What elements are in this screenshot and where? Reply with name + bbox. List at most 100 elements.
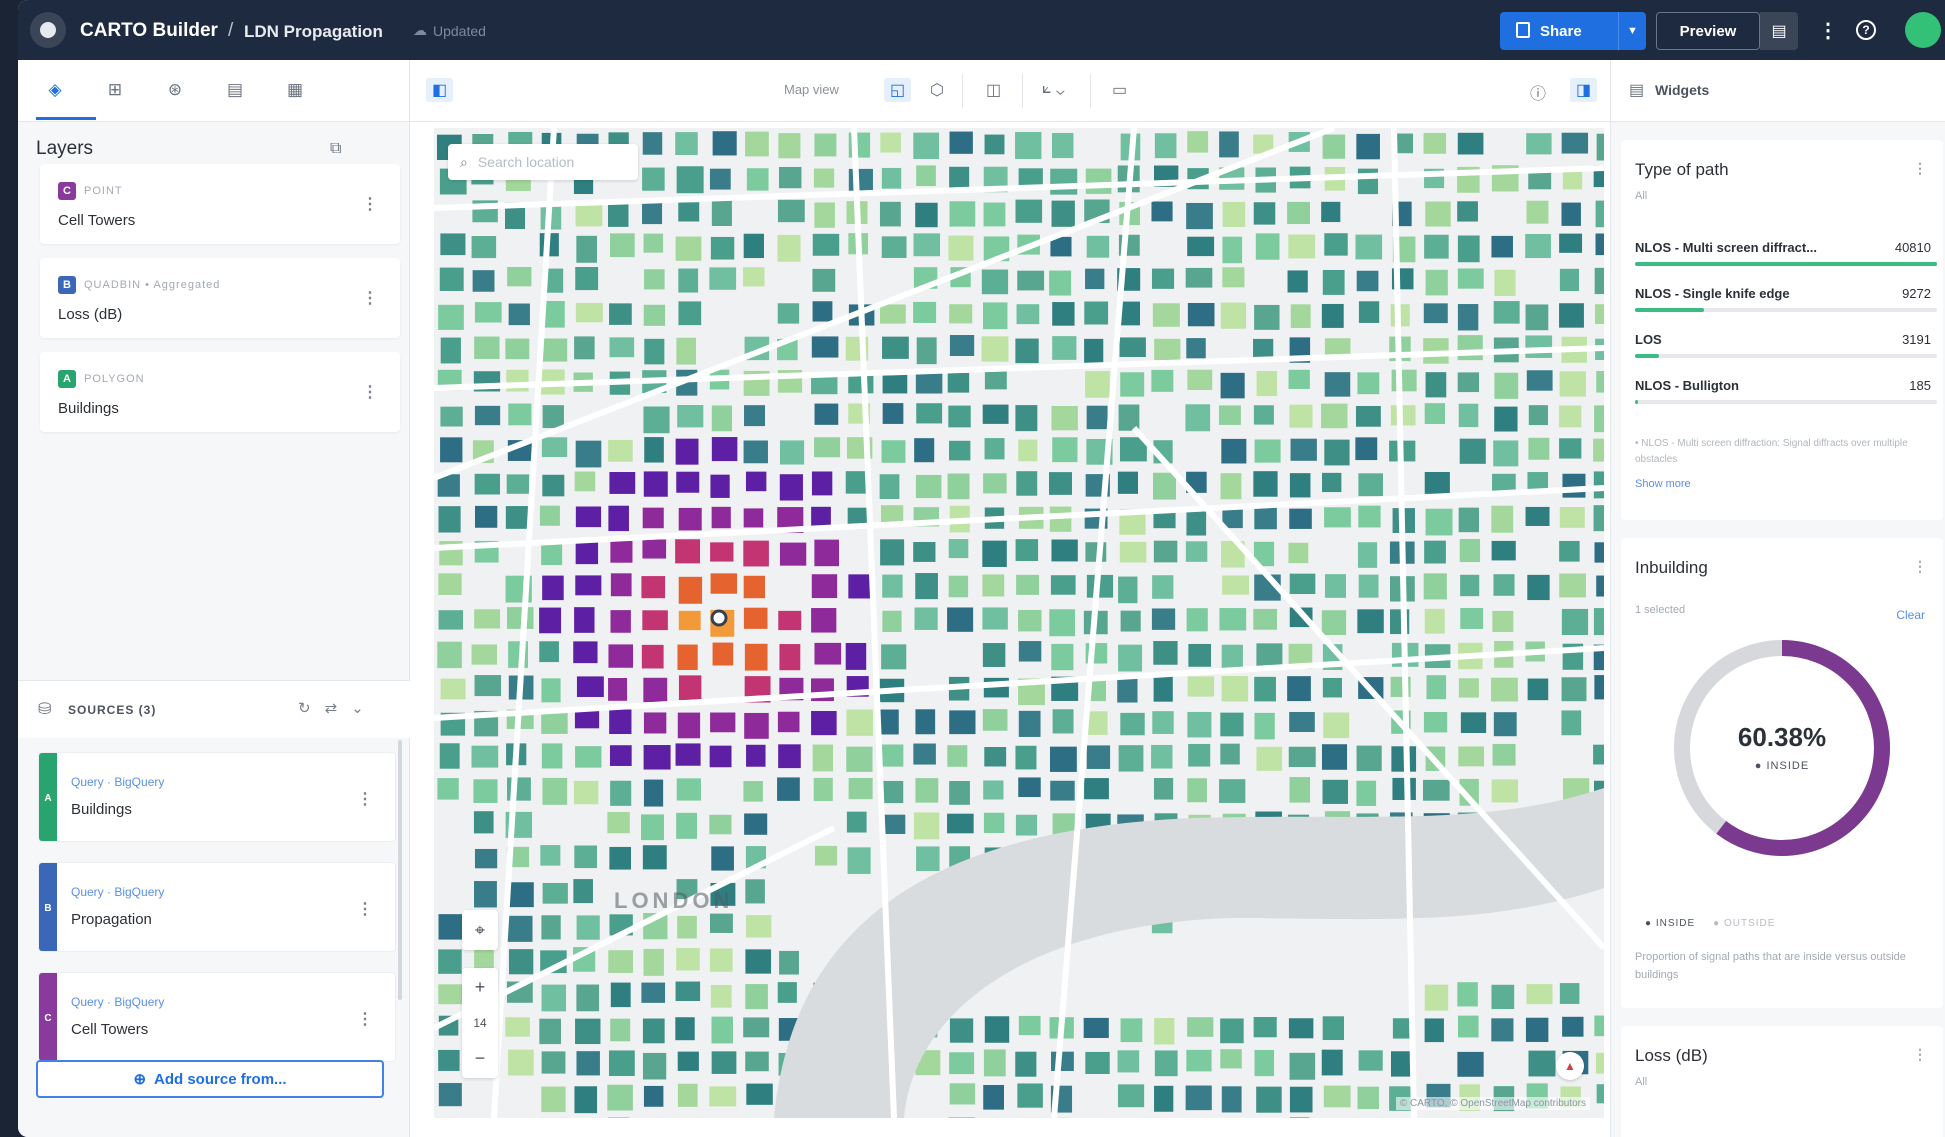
layer-menu-icon[interactable]: ⋮ [362, 382, 378, 402]
building-polygon [1118, 576, 1138, 604]
sources-header[interactable]: ⛁ SOURCES (3) ↻ ⇄ ⌄ [18, 680, 410, 738]
building-polygon [1559, 983, 1580, 1004]
building-polygon [471, 644, 498, 665]
propagation-cell [642, 610, 668, 631]
search-location-input[interactable]: ⌕ Search location [448, 144, 638, 180]
sources-toolbar: ↻ ⇄ ⌄ [298, 699, 364, 717]
more-options-icon[interactable]: ⋮ [1818, 18, 1838, 43]
layers-tab-icon[interactable]: ◈ [44, 80, 66, 100]
zoom-in-icon[interactable]: + [475, 977, 486, 998]
category-row[interactable]: NLOS - Multi screen diffract... 40810 [1635, 236, 1937, 280]
building-polygon [1222, 201, 1246, 227]
building-polygon [1084, 338, 1104, 365]
widget-menu-icon[interactable]: ⋮ [1913, 1046, 1927, 1063]
propagation-cell [845, 642, 867, 670]
sources-scrollbar[interactable] [398, 740, 402, 1000]
widget-menu-icon[interactable]: ⋮ [1913, 558, 1927, 575]
sync-icon[interactable]: ⇄ [325, 699, 338, 717]
legend-item-outside[interactable]: ● OUTSIDE [1713, 918, 1775, 929]
building-polygon [1594, 405, 1604, 433]
sources-title: SOURCES (3) [68, 703, 157, 717]
share-button[interactable]: Share ▼ [1500, 12, 1646, 50]
map-place-label: LONDON [614, 888, 734, 913]
building-polygon [1357, 168, 1379, 195]
building-polygon [1254, 505, 1277, 530]
refresh-icon[interactable]: ↻ [298, 699, 311, 717]
cloud-icon: ☁ [413, 22, 427, 38]
building-polygon [1457, 132, 1484, 155]
chevron-down-icon[interactable]: ⌄ [351, 699, 364, 717]
info-icon[interactable]: ⓘ [1530, 80, 1546, 104]
interactions-tab-icon[interactable]: ▦ [284, 80, 306, 100]
source-menu-icon[interactable]: ⋮ [357, 899, 373, 919]
building-polygon [1185, 1085, 1212, 1111]
map-render[interactable] [434, 128, 1604, 1118]
share-dropdown-icon[interactable]: ▼ [1618, 12, 1646, 50]
building-polygon [881, 440, 906, 463]
layer-card[interactable]: C POINT Cell Towers ⋮ [40, 164, 400, 244]
map-attribution[interactable]: © CARTO, © OpenStreetMap contributors [1395, 1097, 1590, 1110]
active-tab-indicator [36, 117, 96, 120]
building-polygon [1086, 745, 1111, 769]
analysis-tab-icon[interactable]: ⊛ [164, 80, 186, 100]
source-menu-icon[interactable]: ⋮ [357, 1009, 373, 1029]
building-polygon [1322, 779, 1348, 804]
zoom-out-icon[interactable]: − [475, 1048, 486, 1069]
layer-menu-icon[interactable]: ⋮ [362, 194, 378, 214]
layers-settings-icon[interactable]: ⧉ [330, 140, 341, 158]
building-polygon [474, 302, 502, 323]
widgets-panel-toggle-icon[interactable]: ◨ [1570, 78, 1598, 102]
source-card[interactable]: C Query · BigQuery Cell Towers ⋮ [38, 972, 396, 1062]
propagation-cell [744, 643, 768, 671]
propagation-cell [641, 644, 664, 669]
category-name: NLOS - Single knife edge [1635, 286, 1790, 301]
add-source-button[interactable]: ⊕ Add source from... [36, 1060, 384, 1098]
layer-menu-icon[interactable]: ⋮ [362, 288, 378, 308]
map-canvas[interactable]: ⌕ Search location LONDON ⌖ + 14 − ▲ © CA… [434, 128, 1604, 1118]
building-polygon [505, 1017, 530, 1037]
locate-button[interactable]: ⌖ [462, 910, 498, 950]
category-row[interactable]: LOS 3191 [1635, 328, 1937, 372]
source-card[interactable]: A Query · BigQuery Buildings ⋮ [38, 752, 396, 842]
building-polygon [1355, 437, 1378, 461]
category-value: 9272 [1902, 286, 1931, 301]
propagation-cell [675, 438, 699, 465]
building-polygon [1458, 746, 1485, 767]
collapse-panel-icon[interactable]: ◧ [426, 78, 454, 102]
sources-tab-icon[interactable]: ⊞ [104, 80, 126, 100]
building-polygon [1289, 404, 1313, 428]
source-card[interactable]: B Query · BigQuery Propagation ⋮ [38, 862, 396, 952]
split-view-icon[interactable]: ◫ [986, 80, 1001, 100]
help-icon[interactable]: ? [1856, 20, 1876, 40]
building-polygon [1015, 131, 1042, 159]
layer-card[interactable]: B QUADBIN • Aggregated Loss (dB) ⋮ [40, 258, 400, 338]
draw-tool-icon[interactable]: ⟀ ⌄ [1042, 80, 1065, 98]
3d-view-icon[interactable]: ⬡ [930, 80, 944, 100]
map-title[interactable]: LDN Propagation [244, 22, 383, 42]
widgets-tab-icon[interactable]: ▤ [224, 80, 246, 100]
2d-view-icon[interactable]: ◱ [884, 78, 912, 102]
building-polygon [1460, 607, 1484, 629]
app-title: CARTO Builder [80, 20, 218, 41]
building-polygon [473, 811, 494, 834]
layout-toggle-icon[interactable]: ▤ [1760, 12, 1798, 50]
building-polygon [880, 744, 904, 767]
category-row[interactable]: NLOS - Single knife edge 9272 [1635, 282, 1937, 326]
legend-item-inside[interactable]: ● INSIDE [1645, 918, 1695, 929]
layer-badge: C [58, 182, 76, 200]
user-avatar[interactable] [1905, 12, 1941, 48]
ruler-icon[interactable]: ▭ [1112, 80, 1127, 100]
building-polygon [474, 881, 497, 908]
compass-icon[interactable]: ▲ [1556, 1052, 1584, 1080]
building-polygon [1460, 574, 1480, 597]
show-more-link[interactable]: Show more [1635, 478, 1691, 490]
carto-logo-icon[interactable] [30, 12, 66, 48]
category-row[interactable]: NLOS - Bulligton 185 [1635, 374, 1937, 418]
preview-button[interactable]: Preview [1656, 12, 1760, 50]
building-polygon [913, 233, 941, 257]
cell-tower-marker[interactable] [710, 609, 728, 627]
source-menu-icon[interactable]: ⋮ [357, 789, 373, 809]
layer-card[interactable]: A POLYGON Buildings ⋮ [40, 352, 400, 432]
building-polygon [1561, 710, 1582, 736]
widget-menu-icon[interactable]: ⋮ [1913, 160, 1927, 177]
